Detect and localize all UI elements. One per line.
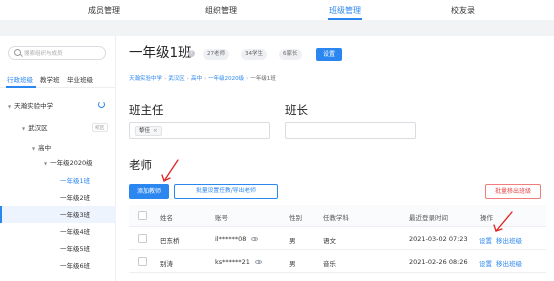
annotation-arrows [161, 159, 513, 232]
annotation-arrow-actions [495, 211, 513, 232]
annotation-arrow-add [163, 159, 179, 182]
